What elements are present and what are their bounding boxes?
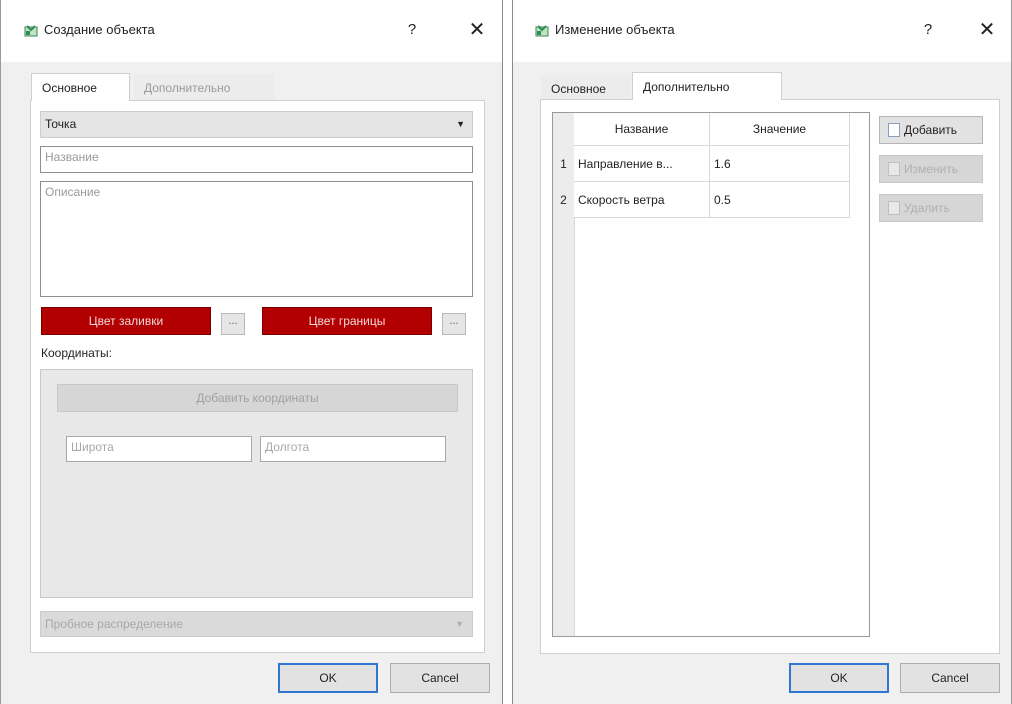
table-cell-value[interactable]: 1.6 bbox=[710, 146, 850, 182]
row-number: 2 bbox=[560, 193, 567, 207]
tab-main[interactable]: Основное bbox=[31, 73, 130, 101]
tab-additional[interactable]: Дополнительно bbox=[632, 72, 782, 100]
cancel-button[interactable]: Cancel bbox=[390, 663, 490, 693]
object-type-value: Точка bbox=[45, 117, 77, 131]
table-cell-name[interactable]: Направление в... bbox=[574, 146, 710, 182]
edit-row-button[interactable]: Изменить bbox=[879, 155, 983, 183]
help-button[interactable]: ? bbox=[400, 18, 424, 42]
column-header-value[interactable]: Значение bbox=[710, 113, 850, 146]
help-button[interactable]: ? bbox=[916, 18, 940, 42]
map-object-icon bbox=[24, 25, 38, 37]
close-button[interactable]: ✕ bbox=[463, 18, 491, 42]
edit-object-dialog: Изменение объекта ? ✕ Основное Дополните… bbox=[512, 0, 1012, 704]
longitude-placeholder: Долгота bbox=[265, 440, 310, 454]
ok-button[interactable]: OK bbox=[278, 663, 378, 693]
close-button[interactable]: ✕ bbox=[973, 18, 1001, 42]
name-field[interactable]: Название bbox=[40, 146, 473, 173]
coordinates-label: Координаты: bbox=[41, 346, 112, 360]
dialog-title: Изменение объекта bbox=[555, 22, 675, 37]
row-number: 1 bbox=[560, 157, 567, 171]
cancel-button[interactable]: Cancel bbox=[900, 663, 1000, 693]
tab-additional[interactable]: Дополнительно bbox=[134, 74, 274, 102]
chevron-down-icon: ▼ bbox=[456, 119, 465, 129]
longitude-field[interactable]: Долгота bbox=[260, 436, 446, 462]
name-placeholder: Название bbox=[45, 150, 99, 164]
latitude-placeholder: Широта bbox=[71, 440, 114, 454]
create-object-dialog: Создание объекта ? ✕ Основное Дополнител… bbox=[0, 0, 503, 704]
delete-row-label: Удалить bbox=[904, 201, 950, 215]
dialog-title: Создание объекта bbox=[44, 22, 155, 37]
add-document-icon bbox=[888, 123, 900, 137]
table-cell-value[interactable]: 0.5 bbox=[710, 182, 850, 218]
fill-color-button[interactable]: Цвет заливки bbox=[41, 307, 211, 335]
object-type-select[interactable]: Точка ▼ bbox=[40, 111, 473, 138]
table-cell-name[interactable]: Скорость ветра bbox=[574, 182, 710, 218]
column-header-name[interactable]: Название bbox=[574, 113, 710, 146]
distribution-value: Пробное распределение bbox=[45, 617, 184, 631]
delete-document-icon bbox=[888, 201, 900, 215]
description-placeholder: Описание bbox=[45, 185, 101, 199]
add-coordinates-button[interactable]: Добавить координаты bbox=[57, 384, 458, 412]
ok-button[interactable]: OK bbox=[789, 663, 889, 693]
title-bar[interactable]: Изменение объекта ? ✕ bbox=[513, 0, 1011, 62]
distribution-select[interactable]: Пробное распределение ▼ bbox=[40, 611, 473, 637]
edit-document-icon bbox=[888, 162, 900, 176]
border-color-more-button[interactable]: ... bbox=[442, 313, 466, 335]
properties-table[interactable]: Название Значение 1 Направление в... 1.6… bbox=[552, 112, 870, 637]
latitude-field[interactable]: Широта bbox=[66, 436, 252, 462]
border-color-button[interactable]: Цвет границы bbox=[262, 307, 432, 335]
window-gap bbox=[503, 0, 512, 704]
map-object-icon bbox=[535, 25, 549, 37]
add-row-label: Добавить bbox=[904, 123, 958, 137]
title-bar[interactable]: Создание объекта ? ✕ bbox=[1, 0, 502, 62]
description-field[interactable]: Описание bbox=[40, 181, 473, 297]
edit-row-label: Изменить bbox=[904, 162, 959, 176]
chevron-down-icon: ▼ bbox=[455, 619, 464, 629]
delete-row-button[interactable]: Удалить bbox=[879, 194, 983, 222]
fill-color-more-button[interactable]: ... bbox=[221, 313, 245, 335]
add-row-button[interactable]: Добавить bbox=[879, 116, 983, 144]
